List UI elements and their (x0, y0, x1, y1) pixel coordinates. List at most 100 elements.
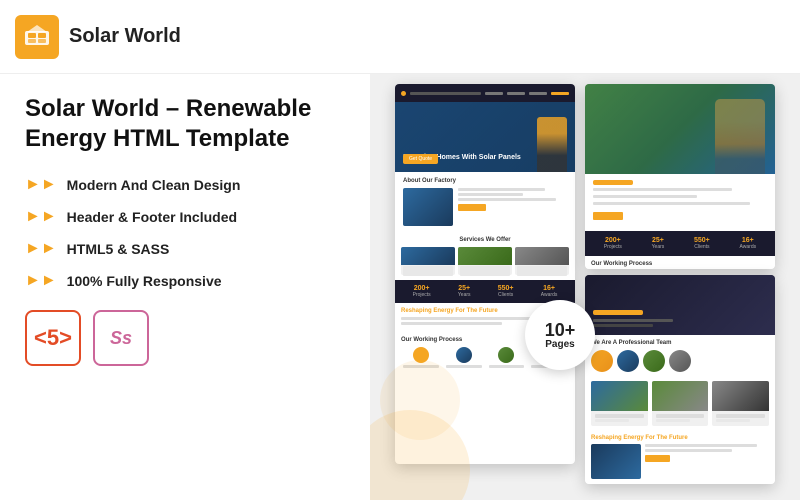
main-content: Solar World – Renewable Energy HTML Temp… (0, 74, 800, 500)
arrow-icon: ►► (25, 208, 57, 226)
bottom-cards-row (585, 377, 775, 430)
card-image (591, 381, 648, 411)
left-panel: Solar World – Renewable Energy HTML Temp… (0, 74, 370, 500)
arrow-icon: ►► (25, 240, 57, 258)
stat-label: Years (652, 244, 665, 250)
stat-number: 16+ (541, 285, 558, 292)
stat-number: 550+ (694, 237, 710, 244)
stat-number: 550+ (498, 285, 514, 292)
mini-stats: 200+ Projects 25+ Years 550+ Clients 16+… (395, 280, 575, 303)
team-section: We Are A Professional Team (585, 335, 775, 377)
pages-label: Pages (545, 339, 574, 350)
stat-number: 25+ (458, 285, 471, 292)
team-avatar (617, 350, 639, 372)
stat-label: Clients (498, 292, 514, 298)
about-text (593, 188, 767, 207)
bottom-card (591, 381, 648, 426)
tech-badges: <5> Ss (25, 310, 345, 366)
sass-badge: Ss (93, 310, 149, 366)
feature-item: ►► HTML5 & SASS (25, 240, 345, 258)
card-image (712, 381, 769, 411)
side-preview-col: 200+ Projects 25+ Years 550+ Clients 16+… (585, 84, 775, 484)
bottom-card (712, 381, 769, 426)
stat-item: 25+ Years (652, 237, 665, 250)
about-accent (593, 180, 633, 185)
stat-label: Awards (740, 244, 757, 250)
card-image (652, 381, 709, 411)
features-list: ►► Modern And Clean Design ►► Header & F… (25, 176, 345, 290)
logo-text: Solar World (69, 25, 181, 48)
deco-circle-2 (380, 360, 460, 440)
card-text-2 (656, 419, 690, 422)
stat-number: 200+ (604, 237, 622, 244)
stat-label: Clients (694, 244, 710, 250)
feature-label: Modern And Clean Design (67, 177, 241, 193)
stat-item: 16+ Awards (740, 237, 757, 250)
mini-about-title: About Our Factory (403, 178, 567, 184)
feature-item: ►► Modern And Clean Design (25, 176, 345, 194)
mini-hero: Powering Homes With Solar Panels Get Quo… (395, 102, 575, 172)
stat-label: Years (458, 292, 471, 298)
service-card (458, 247, 512, 275)
team-avatar (669, 350, 691, 372)
about-btn (593, 212, 623, 220)
team-title: We Are A Professional Team (591, 340, 769, 346)
card-text (716, 414, 765, 418)
service-card (515, 247, 569, 275)
pages-badge: 10+ Pages (525, 300, 595, 370)
stat-label: Projects (413, 292, 431, 298)
stat-item: 16+ Awards (541, 285, 558, 298)
team-avatar (643, 350, 665, 372)
card-text (656, 414, 705, 418)
pages-count: 10+ (545, 321, 576, 339)
sass-symbol: Ss (110, 328, 132, 349)
working-icon (498, 347, 514, 363)
mini-cta-button: Get Quote (403, 154, 438, 164)
stat-item: 200+ Projects (413, 285, 431, 298)
logo-icon (15, 15, 59, 59)
about-section (585, 174, 775, 231)
stat-label: Projects (604, 244, 622, 250)
card-text-2 (595, 419, 629, 422)
side-stats: 200+ Projects 25+ Years 550+ Clients 16+… (585, 231, 775, 256)
arrow-icon: ►► (25, 272, 57, 290)
mini-about-section: About Our Factory (395, 172, 575, 232)
working-icon (456, 347, 472, 363)
product-title: Solar World – Renewable Energy HTML Temp… (25, 94, 345, 154)
mini-services: Services We Offer (395, 232, 575, 280)
stat-number: 25+ (652, 237, 665, 244)
arrow-icon: ►► (25, 176, 57, 194)
stat-item: 200+ Projects (604, 237, 622, 250)
feature-item: ►► Header & Footer Included (25, 208, 345, 226)
stat-label: Awards (541, 292, 558, 298)
team-avatar (591, 350, 613, 372)
stat-number: 200+ (413, 285, 431, 292)
feature-label: HTML5 & SASS (67, 241, 170, 257)
feature-item: ►► 100% Fully Responsive (25, 272, 345, 290)
about-dark-content (593, 310, 673, 327)
side-working: Our Working Process (585, 256, 775, 269)
bottom-card (652, 381, 709, 426)
card-text (595, 414, 644, 418)
header: Solar World (0, 0, 800, 74)
side-working-title: Our Working Process (591, 261, 769, 267)
about-dark-accent (593, 310, 643, 315)
feature-label: 100% Fully Responsive (67, 273, 222, 289)
about-dark-section (585, 275, 775, 335)
side-bottom-preview: We Are A Professional Team (585, 275, 775, 484)
logo: Solar World (15, 15, 181, 59)
mini-dot (401, 91, 406, 96)
team-row (591, 350, 769, 372)
side-top-preview: 200+ Projects 25+ Years 550+ Clients 16+… (585, 84, 775, 269)
stat-item: 550+ Clients (694, 237, 710, 250)
working-text (446, 365, 482, 368)
side-hero-image (585, 84, 775, 174)
preview-panel: 10+ Pages Powering Homes W (370, 74, 800, 500)
mini-service-cards (401, 247, 569, 275)
feature-label: Header & Footer Included (67, 209, 237, 225)
mini-nav (395, 84, 575, 102)
working-text (489, 365, 525, 368)
reshaping-bottom: Reshaping Energy For The Future (585, 430, 775, 484)
working-item (444, 347, 484, 369)
stat-number: 16+ (740, 237, 757, 244)
